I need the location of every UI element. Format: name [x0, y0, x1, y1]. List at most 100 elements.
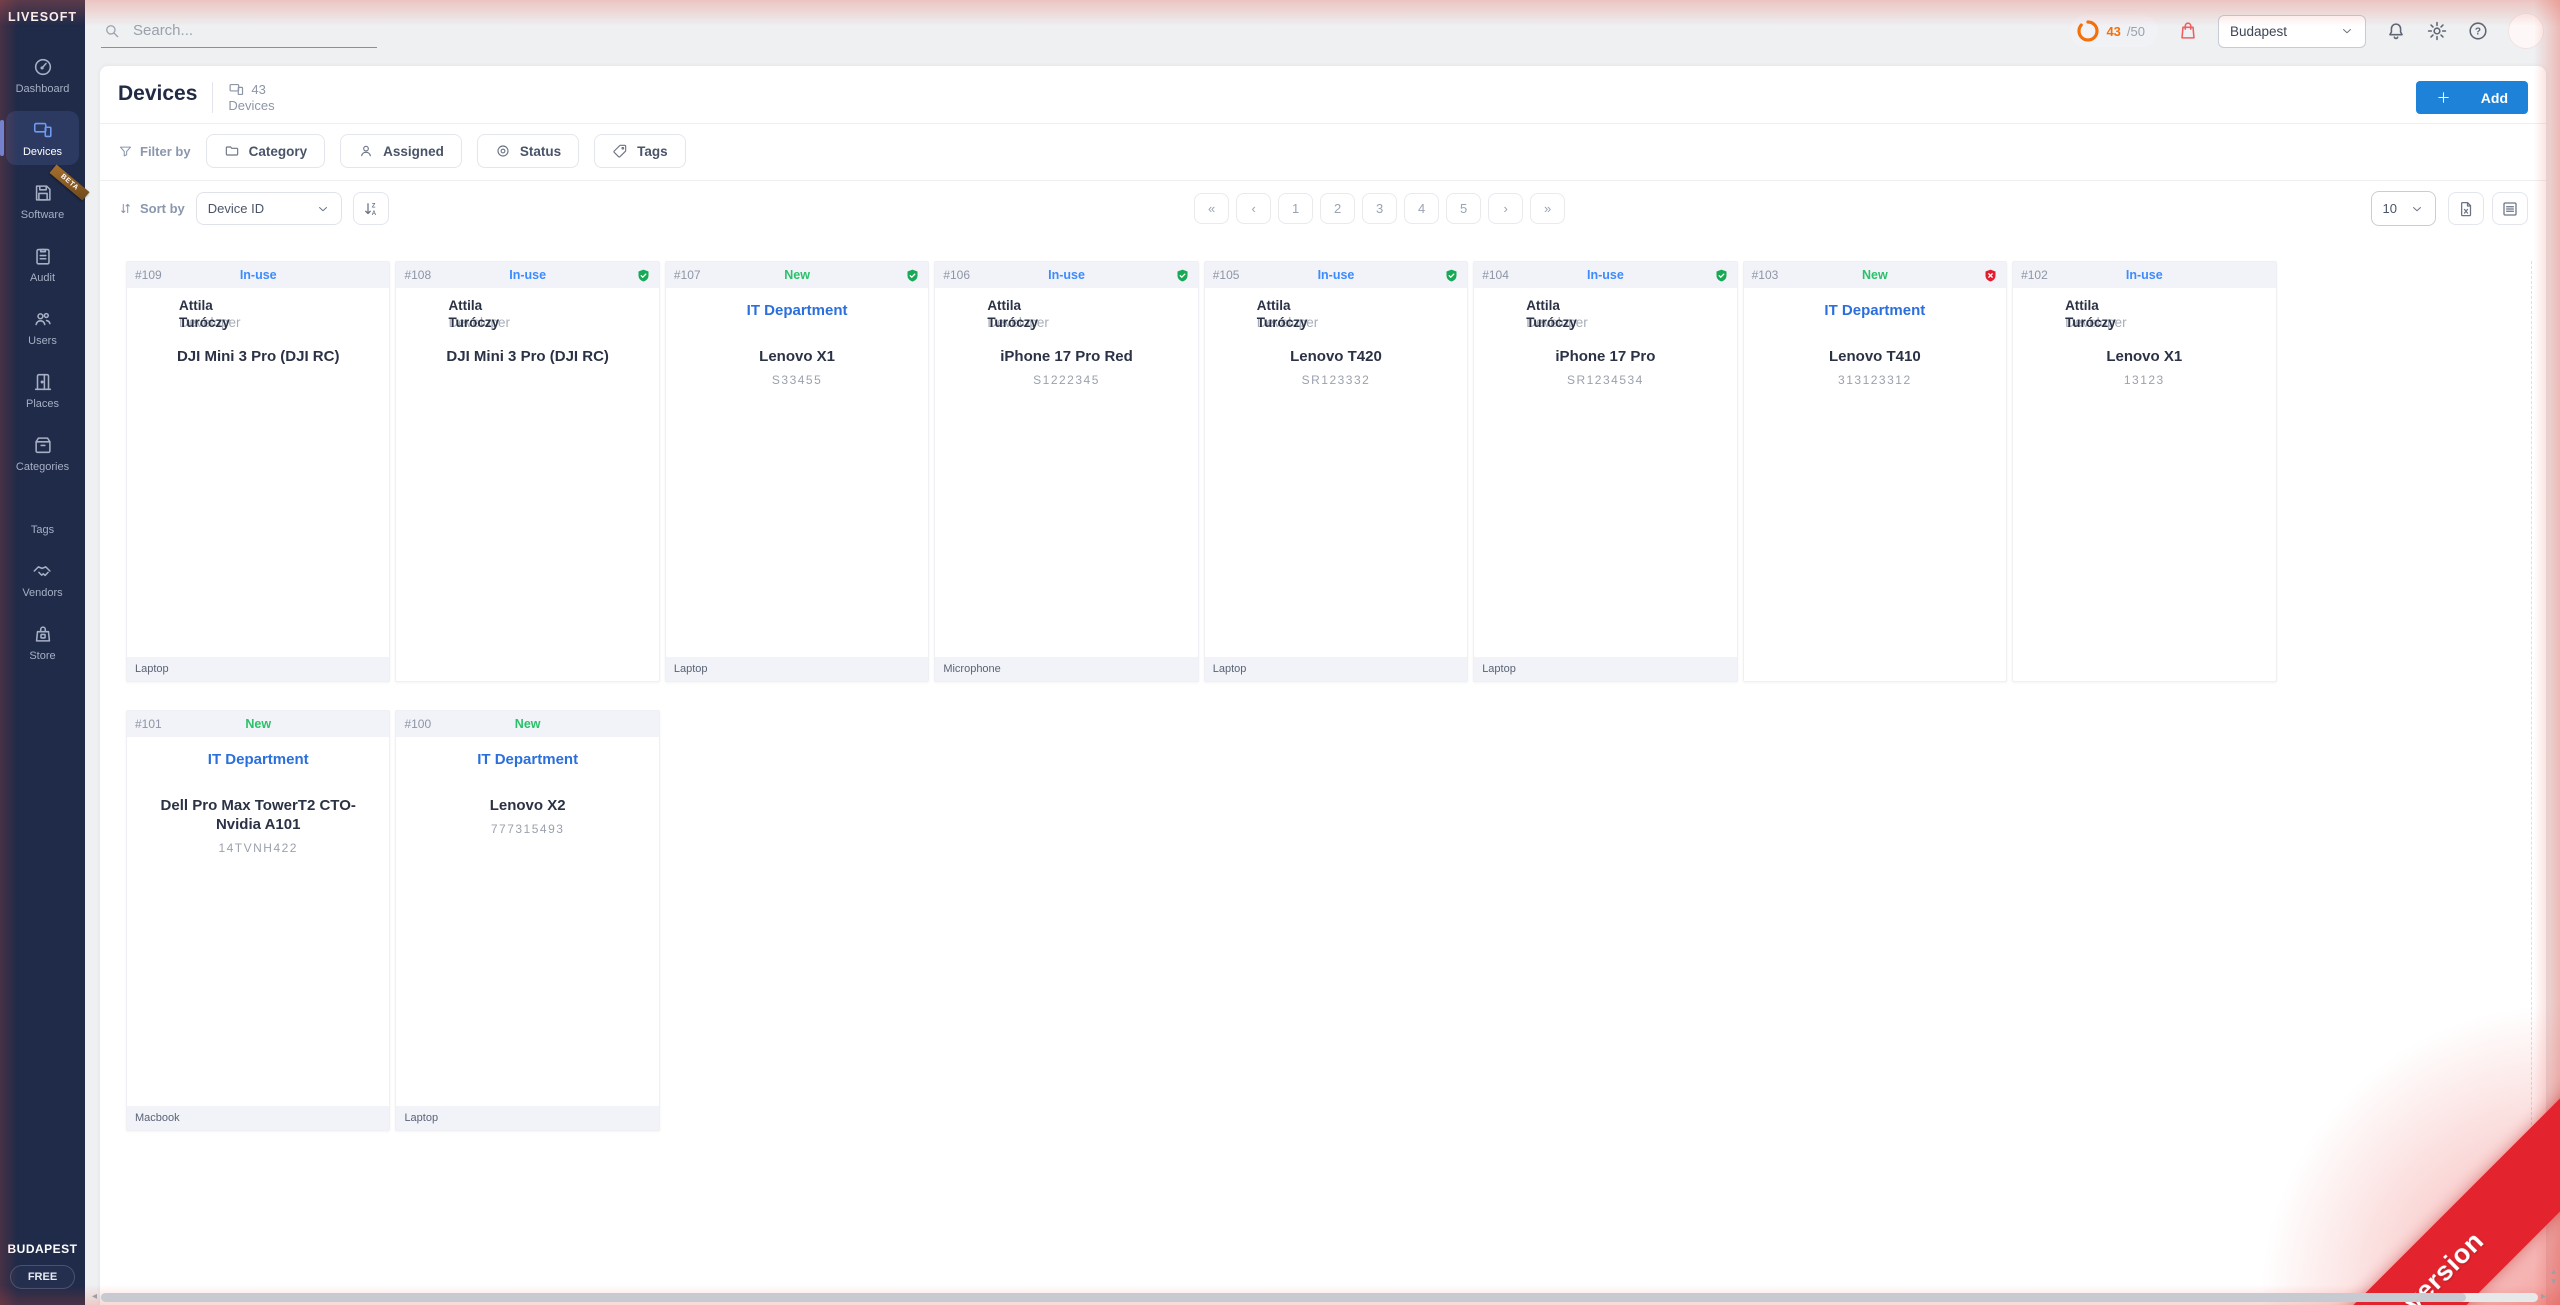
- add-device-button[interactable]: Add: [2416, 81, 2528, 114]
- pager-next[interactable]: ›: [1488, 193, 1524, 224]
- filter-chip-status[interactable]: Status: [476, 134, 580, 168]
- device-quota-indicator: 43/50: [2070, 15, 2158, 47]
- sidebar-item-vendors[interactable]: Vendors: [6, 552, 79, 606]
- assignee-person[interactable]: Attila Developer Turóczy: [2023, 297, 2127, 331]
- assignee-person[interactable]: Attila Developer Turóczy: [945, 297, 1049, 331]
- filter-chip-label: Status: [519, 143, 562, 159]
- quota-used: 43: [2106, 23, 2121, 39]
- assignee-department-link[interactable]: IT Department: [1754, 297, 1996, 319]
- device-card[interactable]: #103 New IT Department Lenovo T410 31312…: [1742, 261, 2008, 682]
- device-serial: S33455: [771, 373, 823, 387]
- filter-chip-label: Tags: [637, 143, 668, 159]
- device-card[interactable]: #104 In-use Attila Developer Turóczy iPh…: [1473, 261, 1738, 682]
- card-header: #103 New: [1743, 262, 2007, 288]
- categories-icon: [32, 434, 54, 456]
- device-card[interactable]: #107 New IT Department Lenovo X1 S33455 …: [664, 261, 930, 682]
- pager-page-2[interactable]: 2: [1320, 193, 1356, 224]
- device-status-badge: In-use: [1048, 268, 1085, 282]
- sort-order-button[interactable]: ZA: [352, 192, 389, 225]
- scroll-left-arrow[interactable]: ◂: [92, 1292, 97, 1302]
- device-id: #103: [1751, 268, 1779, 282]
- sidebar-item-users[interactable]: Users: [6, 300, 79, 354]
- device-name: Dell Pro Max TowerT2 CTO-Nvidia A101: [160, 797, 356, 833]
- pager-page-5[interactable]: 5: [1446, 193, 1482, 224]
- header-divider: [212, 82, 214, 113]
- user-avatar[interactable]: [2508, 13, 2544, 49]
- list-view-button[interactable]: [2491, 192, 2528, 225]
- assignee-person[interactable]: Attila Developer Turóczy: [1215, 297, 1319, 331]
- device-card[interactable]: #106 In-use Attila Developer Turóczy iPh…: [934, 261, 1199, 682]
- device-id: #101: [135, 717, 162, 731]
- assignee-department-link[interactable]: IT Department: [676, 297, 918, 319]
- device-card[interactable]: #108 In-use Attila Developer Turóczy DJI…: [395, 261, 660, 682]
- add-button-label: Add: [2480, 89, 2508, 106]
- scrollbar-track[interactable]: [100, 1292, 2538, 1302]
- svg-text:Z: Z: [372, 203, 376, 209]
- shield-check-icon: [874, 268, 920, 283]
- filter-chip-tags[interactable]: Tags: [594, 134, 686, 168]
- assignee-person[interactable]: Attila Developer Turóczy: [406, 297, 510, 331]
- device-card[interactable]: #101 New IT Department Dell Pro Max Towe…: [126, 710, 391, 1131]
- location-select[interactable]: Budapest: [2218, 14, 2366, 48]
- places-icon: [32, 371, 54, 393]
- device-category: Laptop: [1204, 657, 1468, 681]
- filter-chip-assigned[interactable]: Assigned: [340, 134, 462, 168]
- device-card[interactable]: #109 In-use Attila Developer Turóczy DJI…: [126, 261, 391, 682]
- view-tools: [2447, 192, 2528, 225]
- scroll-right-arrow[interactable]: ▸: [2541, 1292, 2546, 1302]
- pager-page-1[interactable]: 1: [1278, 193, 1314, 224]
- export-file-button[interactable]: [2447, 192, 2484, 225]
- device-category: Macbook: [127, 1106, 390, 1130]
- sidebar-item-devices[interactable]: Devices: [0, 111, 79, 165]
- assignee-last-name: Turóczy: [987, 315, 1039, 330]
- pager-first[interactable]: «: [1194, 193, 1230, 224]
- pager-last[interactable]: »: [1530, 193, 1566, 224]
- card-body: Attila Developer Turóczy DJI Mini 3 Pro …: [127, 288, 389, 657]
- sidebar-item-tags[interactable]: Tags: [6, 489, 79, 543]
- shopping-bag-icon[interactable]: [2177, 20, 2199, 42]
- funnel-icon: [118, 144, 133, 159]
- device-id: #109: [135, 268, 162, 282]
- settings-gear-icon[interactable]: [2426, 20, 2448, 42]
- assignee-person[interactable]: Attila Developer Turóczy: [137, 297, 241, 331]
- help-icon[interactable]: ?: [2467, 20, 2489, 42]
- sidebar-item-label: Places: [25, 398, 60, 410]
- chevron-down-icon: [2410, 202, 2424, 216]
- scrollbar-thumb[interactable]: [101, 1292, 2466, 1302]
- notifications-bell-icon[interactable]: [2385, 20, 2407, 42]
- sidebar-item-categories[interactable]: Categories: [6, 426, 79, 480]
- app-logo: LIVESOFT: [7, 10, 78, 24]
- sidebar-item-places[interactable]: Places: [6, 363, 79, 417]
- device-card[interactable]: #100 New IT Department Lenovo X2 7773154…: [395, 710, 660, 1131]
- assignee-department-link[interactable]: IT Department: [406, 746, 648, 768]
- device-category: Laptop: [665, 657, 929, 681]
- plan-badge[interactable]: FREE: [9, 1265, 76, 1289]
- search-icon: [103, 22, 121, 40]
- shield-check-icon: [1683, 268, 1729, 283]
- device-category: Microphone: [935, 657, 1198, 681]
- assignee-area: Attila Developer Turóczy: [406, 297, 648, 341]
- horizontal-scrollbar[interactable]: ◂ ▸: [92, 1291, 2546, 1303]
- assignee-first-name: Attila: [448, 298, 483, 313]
- sort-field-select[interactable]: Device ID: [195, 192, 342, 225]
- assignee-department-link[interactable]: IT Department: [137, 746, 379, 768]
- device-category: Laptop: [127, 657, 390, 681]
- pager-prev[interactable]: ‹: [1236, 193, 1272, 224]
- filter-chip-label: Category: [248, 143, 308, 159]
- pager-page-4[interactable]: 4: [1404, 193, 1440, 224]
- filter-chip-category[interactable]: Category: [205, 134, 326, 168]
- topbar: 43/50 Budapest ?: [85, 0, 2560, 62]
- pager-page-3[interactable]: 3: [1362, 193, 1398, 224]
- sidebar-item-dashboard[interactable]: Dashboard: [6, 48, 79, 102]
- search-input[interactable]: [131, 21, 375, 40]
- assignee-area: Attila Developer Turóczy: [1215, 297, 1457, 341]
- sidebar-item-audit[interactable]: Audit: [6, 237, 79, 291]
- sidebar-item-store[interactable]: Store: [6, 615, 79, 669]
- device-card[interactable]: #105 In-use Attila Developer Turóczy Len…: [1203, 261, 1469, 682]
- vertical-scroll-arrows[interactable]: ▴ ▾: [2551, 1267, 2556, 1286]
- page-size-select[interactable]: 10: [2370, 191, 2436, 226]
- device-card[interactable]: #102 In-use Attila Developer Turóczy Len…: [2012, 261, 2277, 682]
- export-file-icon: [2457, 200, 2475, 218]
- sidebar-item-software[interactable]: Software BETA: [6, 164, 90, 228]
- assignee-person[interactable]: Attila Developer Turóczy: [1484, 297, 1588, 331]
